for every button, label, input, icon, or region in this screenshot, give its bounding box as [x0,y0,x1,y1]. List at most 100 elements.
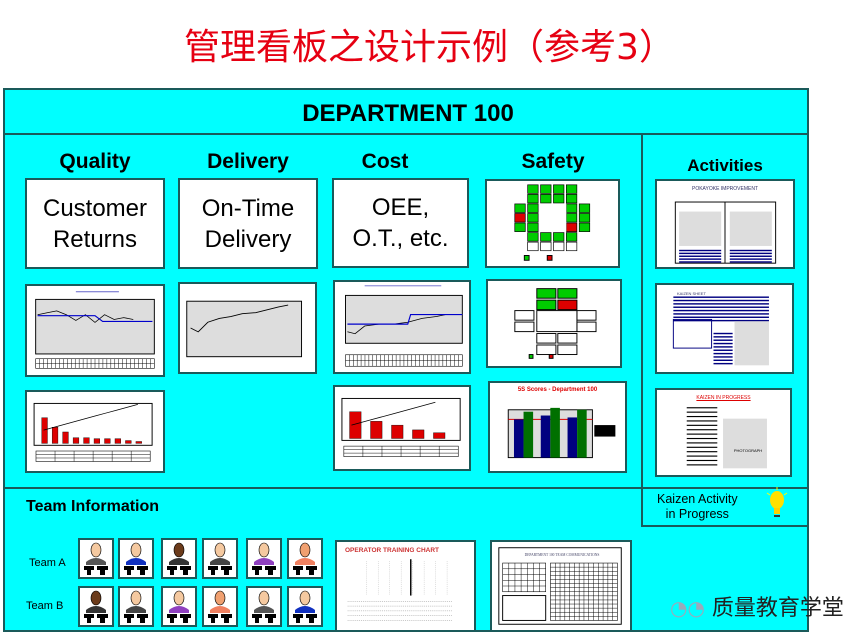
thumb-mark [686,446,718,448]
thumb-mark [713,359,733,362]
slide-title: 管理看板之设计示例（参考3） [184,27,675,68]
person-icon [84,590,108,623]
watermark-text: 质量教育学堂 [711,596,844,621]
thumb-mark [577,409,587,458]
team-member-card[interactable] [202,538,238,579]
thumb-mark [713,339,733,341]
photo-label: PHOTOGRAPH [733,448,763,453]
thumb-mark [734,321,769,366]
thumb-mark [93,438,100,444]
wechat-icon: ◔◔ [670,596,705,620]
thumb-mark [557,299,578,311]
thumb-title: KAIZEN SHEET [677,291,706,296]
thumb-mark [729,249,772,252]
thumb-mark [557,333,578,344]
team-b-label: Team B [26,600,64,612]
team-member-card[interactable] [118,538,154,579]
team-a-label: Team A [29,557,66,569]
thumb-mark [679,249,722,252]
thumb-mark [550,407,560,458]
thumb-mark [713,356,733,358]
team-member-card[interactable] [78,538,114,579]
thumb-mark [686,464,718,466]
thumb-mark [673,296,769,298]
team-member-card[interactable] [78,586,114,627]
team-member-card[interactable] [246,586,282,627]
team-info-heading: Team Information [26,498,160,515]
thumb-mark [114,438,121,444]
thumb-mark [566,184,578,194]
kpi-on-time-delivery: On-Time Delivery [178,178,318,269]
thumb-mark [686,429,718,431]
thumb-mark [514,310,535,321]
thumb-mark [729,252,772,255]
thumb-mark [51,427,59,444]
thumb-mark [514,203,526,213]
thumb-mark [546,255,553,261]
management-board: DEPARTMENT 100 Quality Delivery Cost Saf… [3,88,809,632]
team-member-card[interactable] [287,586,323,627]
person-icon [167,590,191,623]
thumb-mark [686,451,718,453]
person-icon [293,590,317,623]
thumb-mark [673,319,769,322]
team-member-card[interactable] [118,586,154,627]
thumb-mark [502,595,547,621]
category-safety: Safety [521,150,585,173]
thumb-mark [553,232,565,242]
thumb-mark [412,429,425,439]
thumb-mark [72,437,80,444]
thumb-mark [723,418,767,469]
watermark: ◔◔ 质量教育学堂 [670,590,844,622]
thumb-mark [528,354,534,359]
thumb-mark [686,433,718,435]
lightbulb-icon [766,487,788,517]
thumb-mark [513,419,524,458]
thumb-mark [729,258,772,260]
thumb-mark [557,288,578,299]
thumb-mark [553,241,565,252]
kaizen-note-box: Kaizen Activity in Progress [641,487,809,527]
divider [5,133,807,135]
team-member-card[interactable] [246,538,282,579]
thumb-mark [576,321,597,333]
team-member-card[interactable] [202,586,238,627]
thumb-mark [686,420,718,422]
thumb-mark [566,203,578,213]
communications-title: DEPARTMENT 100 TEAM COMMUNICATIONS [524,553,600,557]
thumb-mark [566,222,578,232]
thumb-mark [679,258,722,260]
thumb-mark [679,252,722,255]
thumb-mark [713,352,733,355]
thumb-mark [673,306,769,308]
thumb-mark [567,417,578,458]
thumb-mark [673,316,769,318]
person-icon [124,590,148,623]
thumb-mark [576,310,597,321]
person-icon [84,542,108,575]
thumb-mark [62,431,69,444]
thumb-mark [713,349,733,351]
thumb-mark [686,459,718,462]
team-member-card[interactable] [161,538,197,579]
thumb-mark [673,303,769,305]
thumb-mark [553,184,565,194]
five-s-title: 5S Scores - Department 100 [517,387,598,393]
thumb-mark [523,255,530,261]
thumb-mark [713,346,733,348]
thumb-mark [566,232,578,242]
thumb-mark [673,309,769,312]
thumb-mark [729,211,772,246]
thumb-mark [686,407,718,409]
thumb-mark [673,299,769,302]
team-member-card[interactable] [161,586,197,627]
thumb-mark [514,213,526,223]
thumb-mark [186,300,303,358]
cost-trend-chart [333,280,471,374]
team-member-card[interactable] [287,538,323,579]
thumb-mark [536,310,578,333]
thumb-mark [527,213,539,223]
thumb-mark [502,562,546,593]
cost-pareto-chart [333,385,471,471]
thumb-mark [35,298,155,355]
